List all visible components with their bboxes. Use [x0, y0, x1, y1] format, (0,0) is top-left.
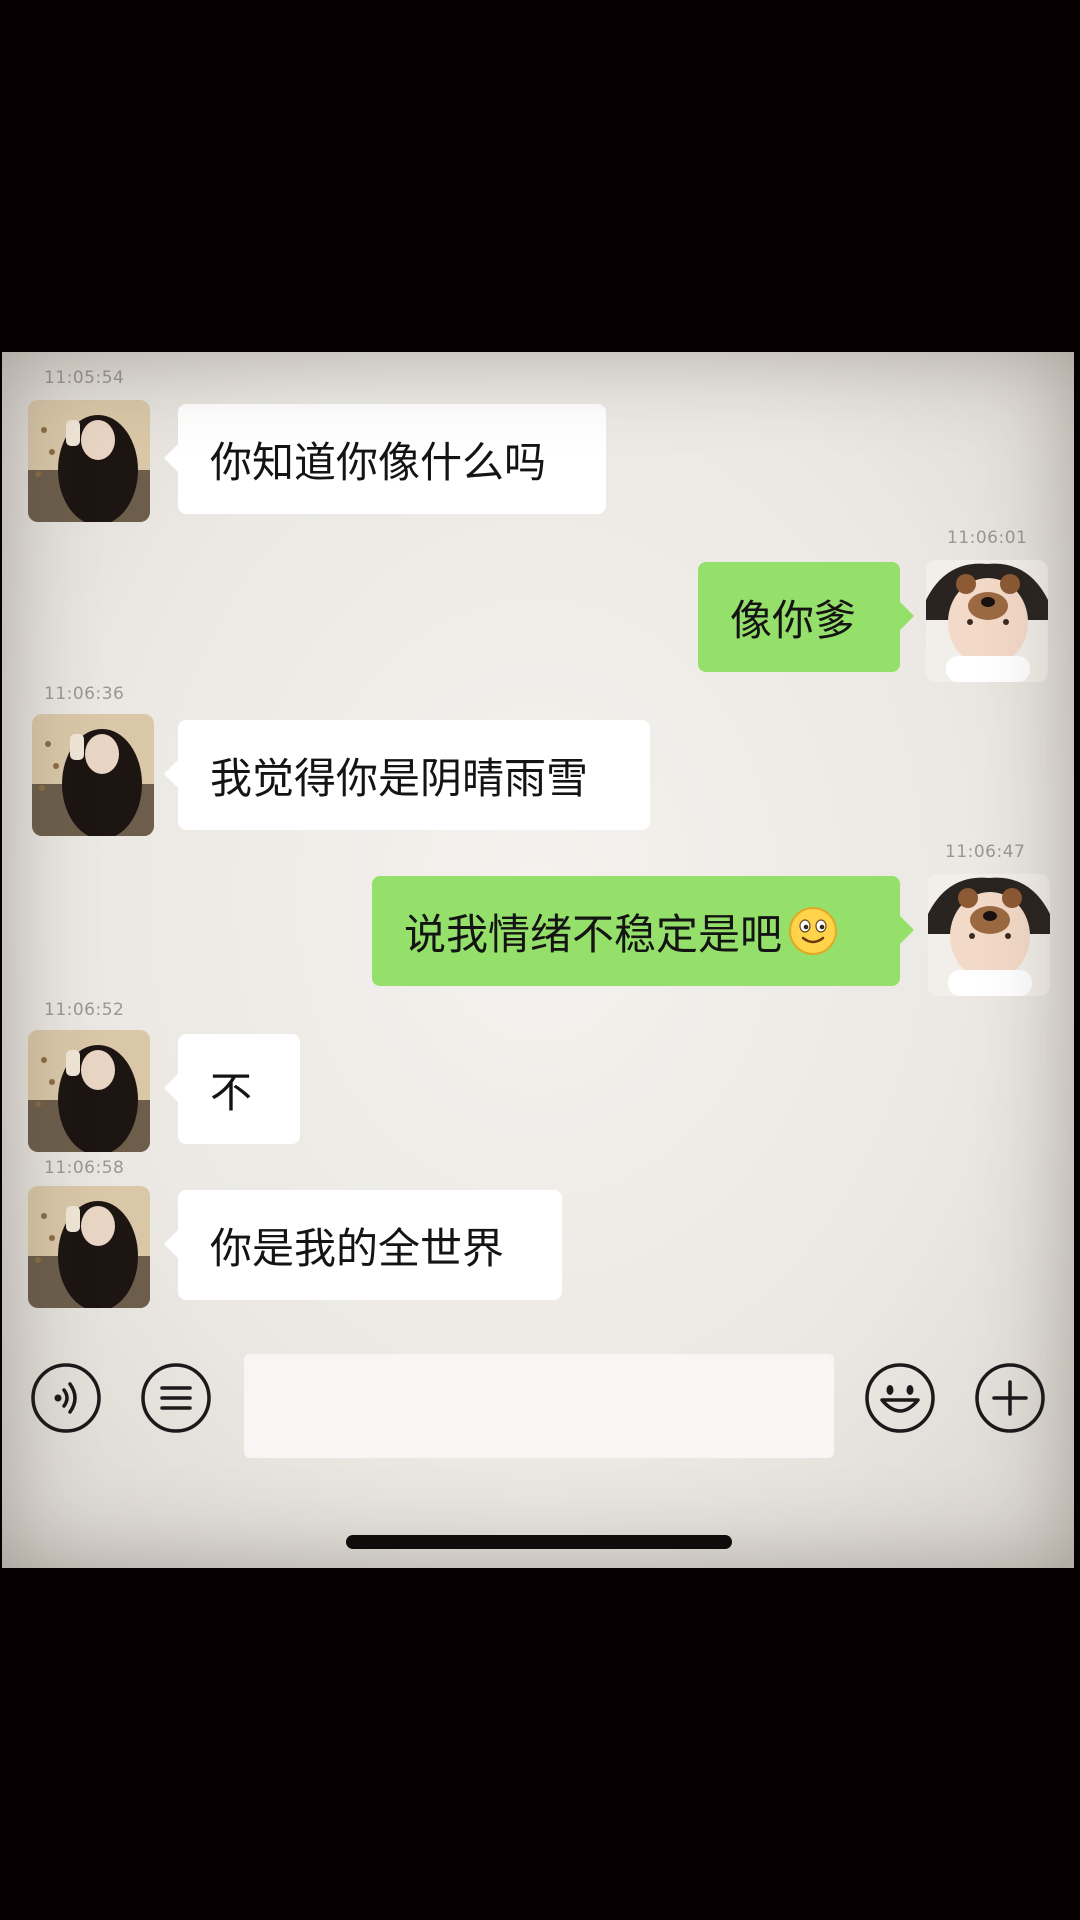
message-text: 你是我的全世界 — [210, 1223, 505, 1273]
message-timestamp: 11:06:36 — [44, 684, 125, 704]
outgoing-message-bubble[interactable]: 像你爹 — [698, 562, 914, 672]
my-avatar[interactable] — [926, 560, 1048, 682]
contact-avatar[interactable] — [28, 400, 150, 522]
list-menu-icon — [141, 1363, 211, 1433]
home-indicator[interactable] — [346, 1535, 732, 1549]
message-timestamp: 11:05:54 — [44, 368, 125, 388]
message-timestamp: 11:06:47 — [945, 842, 1026, 862]
contact-avatar-photo — [28, 400, 150, 522]
message-text: 不 — [210, 1067, 253, 1117]
outgoing-message-bubble[interactable]: 说我情绪不稳定是吧 — [372, 876, 914, 986]
smiley-icon — [865, 1363, 935, 1433]
incoming-message-bubble[interactable]: 你是我的全世界 — [164, 1190, 562, 1300]
chat-screen: 11:05:54 你知道你像什么吗 11:06:01 像你爹 11:06:36 … — [2, 352, 1074, 1568]
contact-avatar-photo — [32, 714, 154, 836]
incoming-message-bubble[interactable]: 你知道你像什么吗 — [164, 404, 606, 514]
more-button[interactable] — [974, 1362, 1046, 1434]
message-timestamp: 11:06:58 — [44, 1158, 125, 1178]
smiling-face-emoji-icon — [789, 907, 838, 955]
contact-avatar[interactable] — [28, 1030, 150, 1152]
chat-input-toolbar — [2, 1332, 1074, 1462]
contact-avatar-photo — [28, 1186, 150, 1308]
message-input[interactable] — [244, 1354, 834, 1458]
message-text: 你知道你像什么吗 — [210, 437, 547, 487]
voice-input-button[interactable] — [30, 1362, 102, 1434]
voice-icon — [31, 1363, 101, 1433]
contact-avatar[interactable] — [28, 1186, 150, 1308]
plus-icon — [975, 1363, 1045, 1433]
incoming-message-bubble[interactable]: 我觉得你是阴晴雨雪 — [164, 720, 650, 830]
message-timestamp: 11:06:52 — [44, 1000, 125, 1020]
incoming-message-bubble[interactable]: 不 — [164, 1034, 300, 1144]
my-avatar[interactable] — [928, 874, 1050, 996]
my-avatar-photo — [928, 874, 1050, 996]
my-avatar-photo — [926, 560, 1048, 682]
message-text: 我觉得你是阴晴雨雪 — [210, 753, 589, 803]
menu-button[interactable] — [140, 1362, 212, 1434]
contact-avatar-photo — [28, 1030, 150, 1152]
message-timestamp: 11:06:01 — [947, 528, 1028, 548]
message-text: 说我情绪不稳定是吧 — [404, 909, 783, 959]
message-text: 像你爹 — [730, 595, 857, 645]
contact-avatar[interactable] — [32, 714, 154, 836]
sticker-button[interactable] — [864, 1362, 936, 1434]
